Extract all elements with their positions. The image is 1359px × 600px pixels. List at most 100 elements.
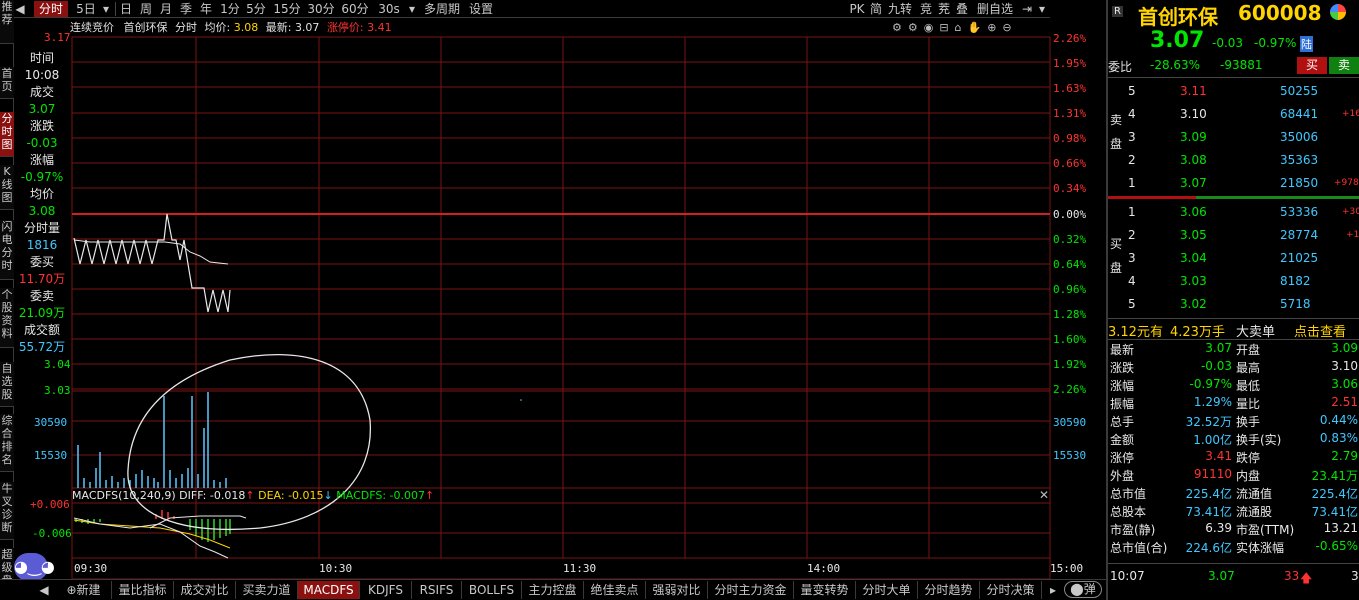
bid-level: 5 [1128, 297, 1136, 311]
ask-value: 21.09万 [18, 306, 66, 320]
pct-axis: 1.28% [1053, 308, 1087, 321]
bid-volume: 8182 [1280, 274, 1311, 288]
macd-close-icon: ✕ [1039, 488, 1049, 502]
big-order-label: 大卖单 [1236, 325, 1276, 340]
vol-label: 分时量 [23, 221, 60, 235]
tab-decision[interactable]: 分时决策 [980, 581, 1042, 599]
tab-best-sell[interactable]: 绝佳卖点 [584, 581, 646, 599]
tab-main-control[interactable]: 主力控盘 [522, 581, 584, 599]
stat-value: 3.09 [1331, 341, 1358, 355]
stat-label: 开盘 [1236, 343, 1261, 357]
tab-strength-compare[interactable]: 强弱对比 [646, 581, 708, 599]
bid-level: 4 [1128, 274, 1136, 288]
ask-volume: 50255 [1280, 84, 1319, 98]
volume-axis-mid: 15530 [34, 449, 68, 462]
deal-value: 3.07 [28, 102, 56, 116]
intraday-chart[interactable]: ✕ [0, 0, 1106, 600]
stat-label: 涨停 [1110, 451, 1135, 465]
stat-label: 换手(实) [1236, 433, 1282, 447]
time-tick: 15:00 [1050, 562, 1084, 575]
macd-title: MACDFS(10,240,9) [72, 489, 176, 502]
change-label: 涨跌 [29, 119, 54, 133]
pct-axis: 0.66% [1053, 157, 1087, 170]
bid-volume: 21025 [1280, 251, 1319, 265]
tab-deal-compare[interactable]: 成交对比 [174, 581, 236, 599]
buy-button[interactable]: 买 [1297, 57, 1327, 74]
pct-axis: 0.64% [1053, 258, 1087, 271]
stat-label: 流通值 [1236, 487, 1273, 501]
price-change-pct: -0.97% [1254, 36, 1297, 50]
tick-count: 3 [1351, 569, 1359, 583]
stat-label: 跌停 [1236, 451, 1261, 465]
ask-price: 3.09 [1180, 130, 1207, 144]
toggle-knob-icon: ⬤ [1070, 582, 1084, 596]
ask-price: 3.11 [1180, 84, 1207, 98]
avg-value: 3.08 [28, 204, 56, 218]
popup-toggle[interactable]: ⬤弹 [1064, 581, 1102, 598]
pct-axis: 1.63% [1053, 82, 1087, 95]
tab-bollfs[interactable]: BOLLFS [462, 581, 522, 599]
vol-value: 1816 [26, 238, 58, 252]
stat-label: 振幅 [1110, 397, 1135, 411]
stat-label: 外盘 [1110, 469, 1135, 483]
time-label: 时间 [29, 51, 54, 65]
stat-value: -0.97% [1189, 377, 1232, 391]
ask-volume: 68441 [1280, 107, 1319, 121]
cursor-info-panel: 时间 10:08 成交 3.07 涨跌 -0.03 涨幅 -0.97% 均价 3… [14, 34, 70, 359]
ask-level: 5 [1128, 84, 1136, 98]
stat-label: 流通股 [1236, 505, 1273, 519]
tab-big-order[interactable]: 分时大单 [856, 581, 918, 599]
stat-value: 3.10 [1331, 359, 1358, 373]
volume-axis-right-mid: 15530 [1053, 449, 1087, 462]
stat-label: 金额 [1110, 433, 1135, 447]
pct-axis: 1.60% [1053, 333, 1087, 346]
dea-value: -0.015 [288, 489, 324, 502]
assistant-robot-icon[interactable]: ◕‿◕ [14, 553, 55, 581]
weibi-label: 委比 [1108, 60, 1133, 74]
ask-change: +978 [1334, 178, 1359, 188]
amt-label: 成交额 [23, 323, 60, 337]
stat-value: 3.06 [1331, 377, 1358, 391]
price-axis-low2: 3.03 [44, 384, 71, 397]
tick-time: 10:07 [1110, 569, 1145, 583]
tab-macdfs[interactable]: MACDFS [298, 581, 360, 599]
bottom-left-arrow-icon[interactable]: ◀ [34, 581, 54, 599]
tab-main-capital[interactable]: 分时主力资金 [708, 581, 794, 599]
popup-toggle-label: 弹 [1083, 582, 1096, 596]
diff-label: DIFF: [179, 489, 207, 502]
stat-label: 涨幅 [1110, 379, 1135, 393]
bid-level: 1 [1128, 205, 1136, 219]
macdfs-up-arrow-icon: ↑ [425, 489, 435, 502]
ask-level: 1 [1128, 176, 1136, 190]
tab-buysell-force[interactable]: 买卖力道 [236, 581, 298, 599]
stat-value: 6.39 [1205, 521, 1232, 535]
tab-kdjfs[interactable]: KDJFS [360, 581, 412, 599]
big-order-link[interactable]: 点击查看 [1294, 321, 1346, 340]
ask-price: 3.07 [1180, 176, 1207, 190]
ask-volume: 35006 [1280, 130, 1319, 144]
weibi-diff: -93881 [1220, 58, 1263, 72]
buy-orders: 1 3.06 53336 +30 2 3.05 28774 +1 3 3.04 … [1108, 199, 1359, 319]
pct-axis: 0.98% [1053, 132, 1087, 145]
sell-button[interactable]: 卖 [1329, 57, 1359, 74]
new-tab-button[interactable]: ⊕新建 [56, 581, 112, 599]
stat-value: 3.41 [1205, 449, 1232, 463]
tab-trend[interactable]: 分时趋势 [918, 581, 980, 599]
diff-up-arrow-icon: ↑ [245, 489, 255, 502]
stat-value: 0.44% [1319, 413, 1358, 427]
indicator-tab-bar: ◀ ⊕新建 量比指标 成交对比 买卖力道 MACDFS KDJFS RSIFS … [0, 579, 1106, 600]
quote-panel: R 首创环保 600008 3.07 -0.03 -0.97% 陆 委比 -28… [1106, 0, 1359, 600]
tab-volume-shift[interactable]: 量变转势 [794, 581, 856, 599]
color-wheel-icon[interactable] [1330, 4, 1346, 20]
macd-axis-bottom: -0.006 [32, 527, 72, 540]
price-axis-top: 3.17 [44, 31, 71, 44]
dea-down-arrow-icon: ↓ [323, 489, 333, 502]
tick-volume: 33 [1284, 569, 1300, 583]
stat-value: 225.4亿 [1185, 487, 1232, 501]
tab-rsifs[interactable]: RSIFS [412, 581, 462, 599]
bottom-scroll-right-icon[interactable]: ▸ [1044, 581, 1062, 599]
pct-axis: 1.31% [1053, 107, 1087, 120]
stat-label: 总手 [1110, 415, 1135, 429]
tab-volume-ratio[interactable]: 量比指标 [112, 581, 174, 599]
stock-name: 首创环保 [1138, 5, 1218, 29]
